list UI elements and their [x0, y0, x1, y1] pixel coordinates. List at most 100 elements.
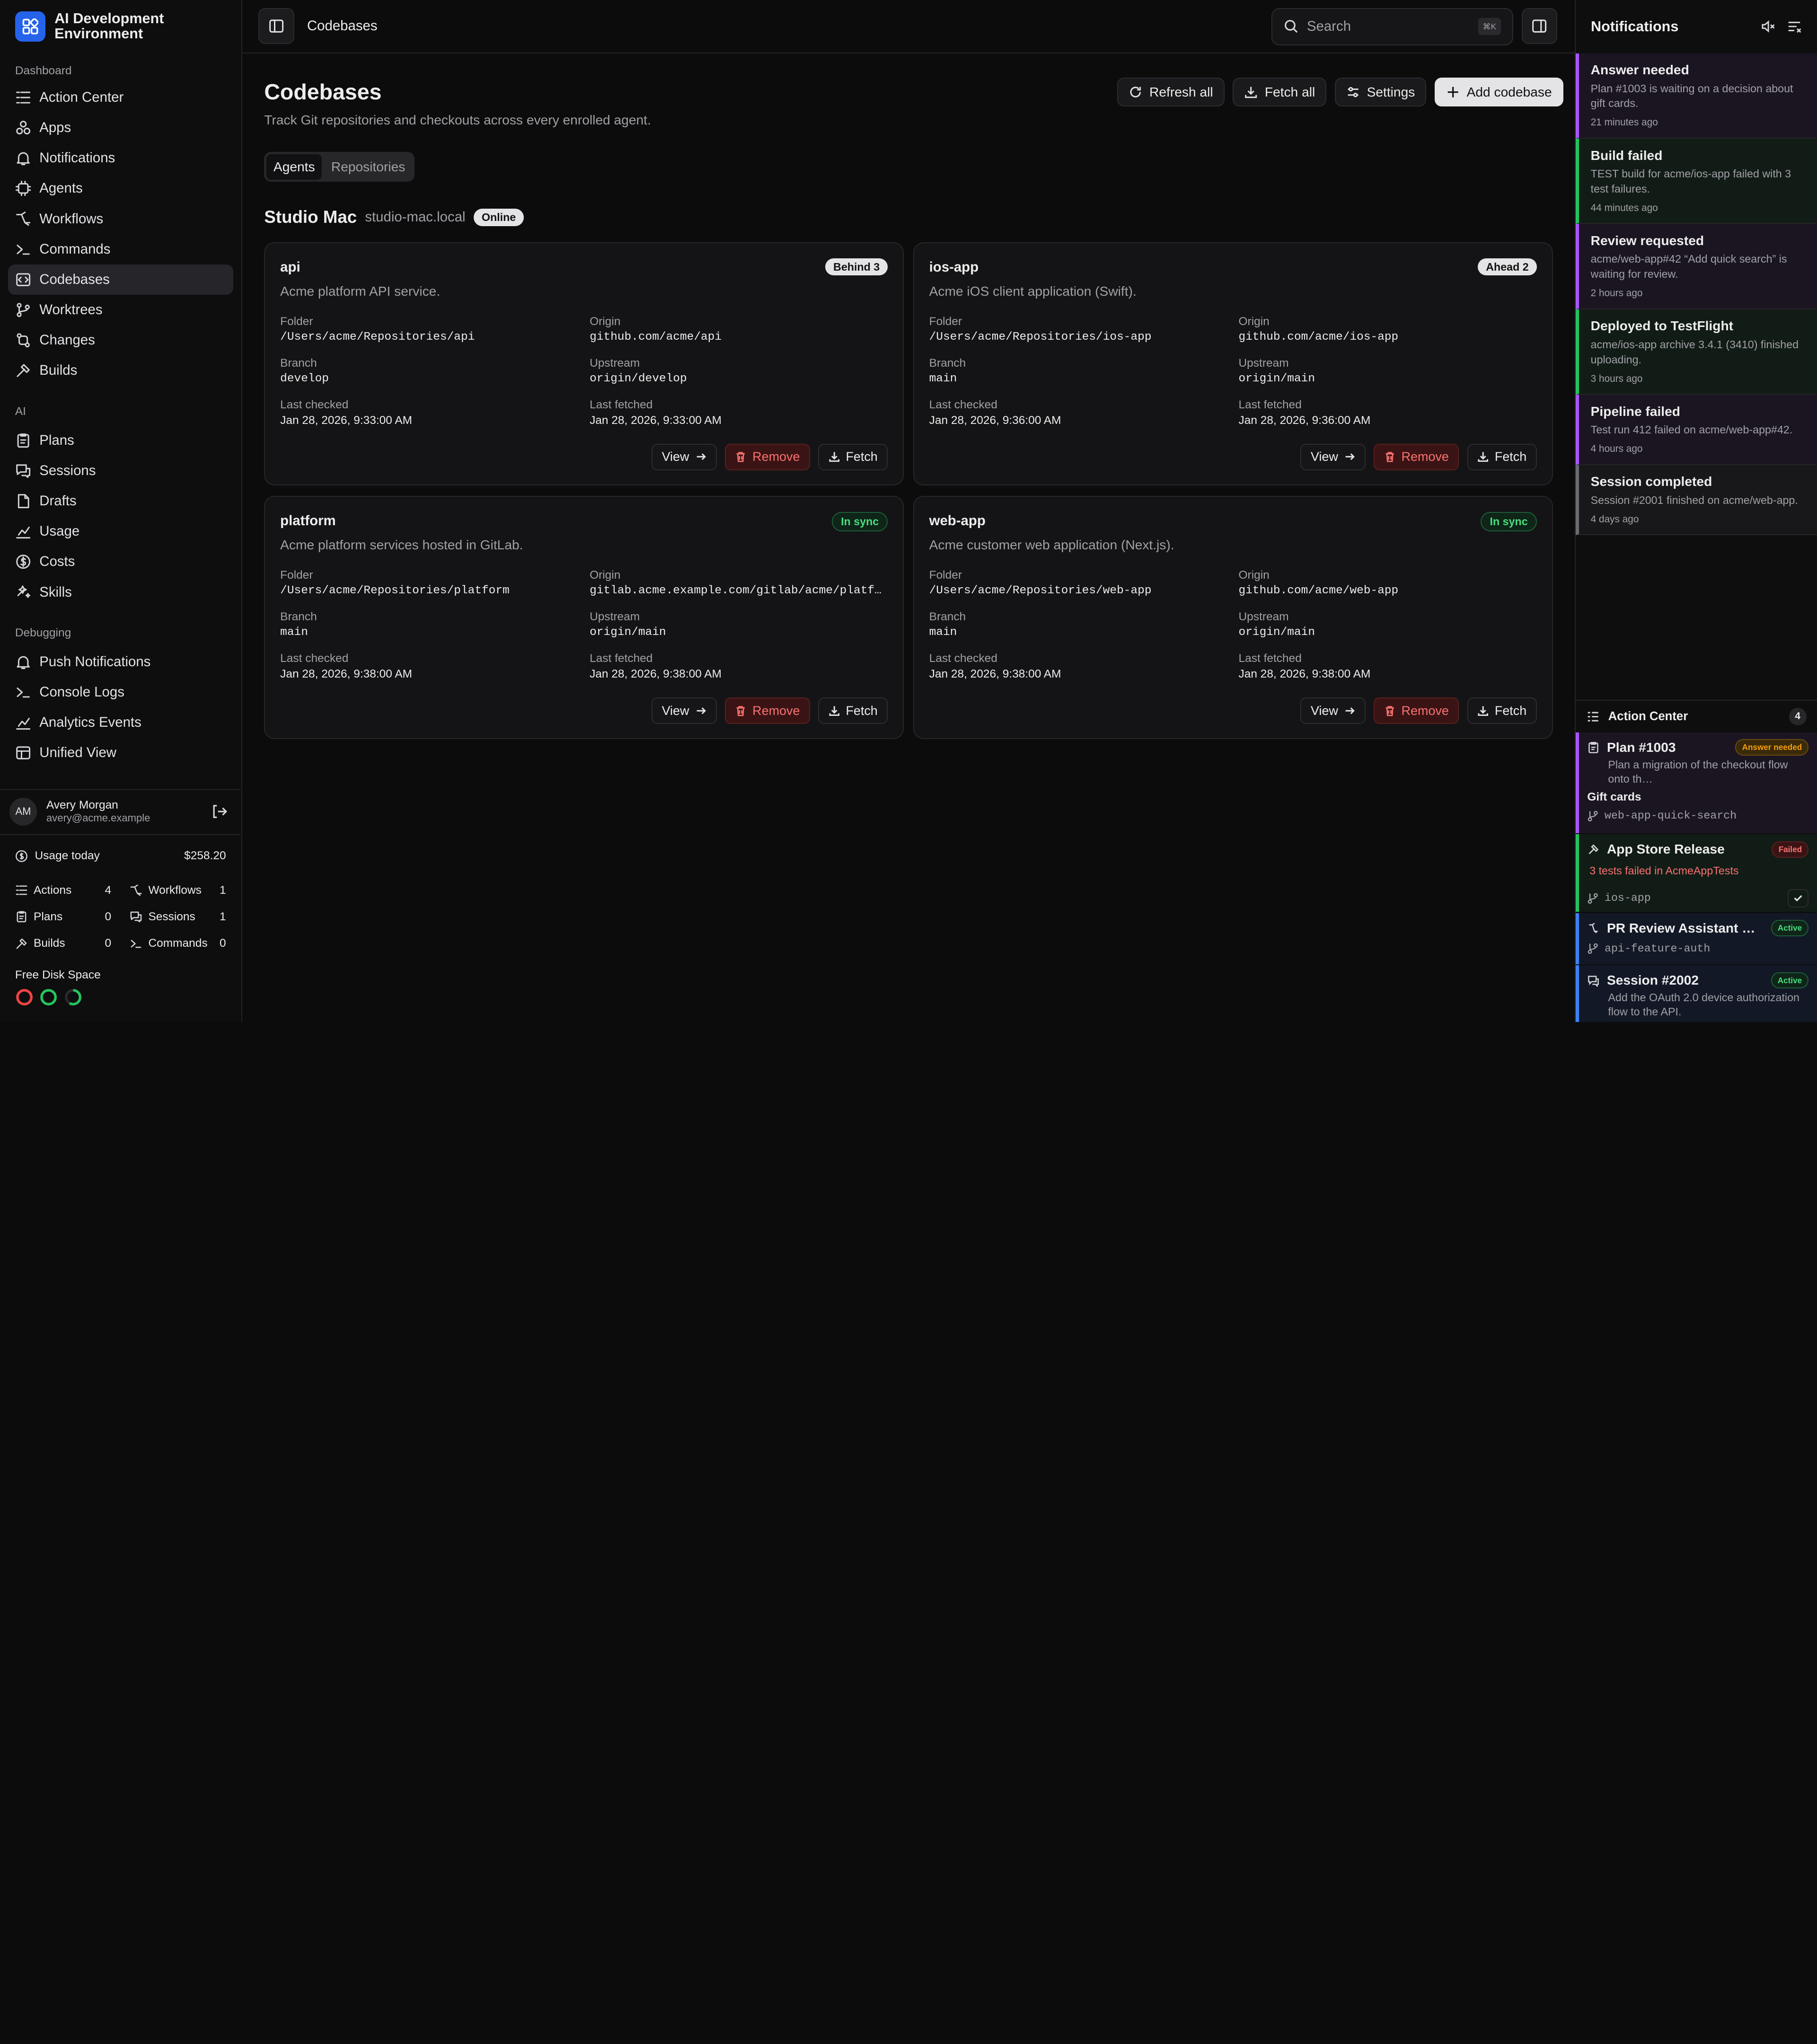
download-icon: [829, 705, 840, 716]
sidebar-item-codebases[interactable]: Codebases: [8, 264, 233, 295]
view-button[interactable]: View: [651, 697, 717, 724]
tab-repositories[interactable]: Repositories: [324, 154, 412, 180]
sidebar-item-plans[interactable]: Plans: [8, 425, 233, 456]
action-description: Add the OAuth 2.0 device authorization f…: [1608, 991, 1799, 1018]
fetch-button[interactable]: Fetch: [1467, 443, 1537, 470]
notification-title: Answer needed: [1590, 62, 1689, 78]
trash-icon: [1384, 705, 1395, 716]
codebase-card[interactable]: api Behind 3 Acme platform API service. Fol…: [264, 242, 904, 486]
fetch-all-button[interactable]: Fetch all: [1232, 78, 1327, 107]
stat-label: Sessions: [148, 910, 195, 923]
sidebar-item-notifications[interactable]: Notifications: [8, 143, 233, 173]
acknowledge-button[interactable]: [1788, 889, 1809, 908]
action-item[interactable]: Session #2002 Active Add the OAuth 2.0 d…: [1576, 965, 1817, 1022]
codebase-name: web-app: [929, 513, 986, 529]
notification-title: Build failed: [1590, 148, 1663, 163]
sidebar-item-label: Usage: [39, 523, 80, 539]
disk-ring-icon[interactable]: [15, 988, 34, 1006]
commands-icon: [130, 937, 142, 950]
agent-status-badge: Online: [473, 208, 524, 226]
sidebar-item-commands[interactable]: Commands: [8, 234, 233, 264]
workflows-icon: [130, 884, 142, 897]
codebase-card[interactable]: web-app In sync Acme customer web applicat…: [913, 496, 1553, 740]
sidebar-item-push-notifications[interactable]: Push Notifications: [8, 647, 233, 677]
codebase-card[interactable]: platform In sync Acme platform services ho…: [264, 496, 904, 740]
view-button[interactable]: View: [651, 443, 717, 470]
notification-item[interactable]: Session completed Session #2001 finished …: [1576, 465, 1817, 536]
toggle-panel-button[interactable]: [1521, 8, 1558, 44]
tab-agents[interactable]: Agents: [266, 154, 322, 180]
field-value: develop: [280, 372, 329, 385]
disk-ring-icon[interactable]: [39, 988, 58, 1006]
agent-name: Studio Mac: [264, 207, 357, 227]
refresh-all-button[interactable]: Refresh all: [1117, 78, 1225, 107]
add-codebase-button[interactable]: Add codebase: [1434, 78, 1563, 107]
sidebar-item-sessions[interactable]: Sessions: [8, 456, 233, 486]
remove-button[interactable]: Remove: [1374, 697, 1459, 724]
sidebar-item-changes[interactable]: Changes: [8, 325, 233, 355]
fetch-button[interactable]: Fetch: [818, 443, 888, 470]
action-branch: ios-app: [1605, 892, 1651, 905]
action-center-icon: [1586, 710, 1600, 723]
settings-button[interactable]: Settings: [1334, 78, 1427, 107]
notification-title: Session completed: [1590, 474, 1712, 489]
sidebar-item-action-center[interactable]: Action Center: [8, 82, 233, 113]
view-button[interactable]: View: [1300, 697, 1366, 724]
sidebar-item-analytics-events[interactable]: Analytics Events: [8, 707, 233, 738]
view-label: View: [1311, 449, 1338, 464]
action-error: 3 tests failed in AcmeAppTests: [1589, 864, 1739, 877]
codebase-card[interactable]: ios-app Ahead 2 Acme iOS client applicatio…: [913, 242, 1553, 486]
notification-item[interactable]: Answer needed Plan #1003 is waiting on a …: [1576, 53, 1817, 139]
mute-icon[interactable]: [1760, 19, 1775, 34]
fetch-button[interactable]: Fetch: [1467, 697, 1537, 724]
remove-button[interactable]: Remove: [724, 697, 810, 724]
stat-builds: Builds 0: [15, 930, 111, 957]
sidebar-item-apps[interactable]: Apps: [8, 113, 233, 143]
download-icon: [1477, 451, 1489, 462]
sidebar-item-workflows[interactable]: Workflows: [8, 203, 233, 234]
breadcrumb[interactable]: Codebases: [307, 18, 378, 34]
fetch-button[interactable]: Fetch: [818, 697, 888, 724]
notification-item[interactable]: Deployed to TestFlight acme/ios-app archi…: [1576, 309, 1817, 395]
sidebar-item-skills[interactable]: Skills: [8, 577, 233, 607]
action-item[interactable]: Plan #1003 Answer needed Plan a migratio…: [1576, 732, 1817, 833]
disk-ring-icon[interactable]: [64, 988, 82, 1006]
field-value: github.com/acme/web-app: [1238, 584, 1399, 597]
clear-all-icon[interactable]: [1787, 19, 1802, 34]
sidebar-item-worktrees[interactable]: Worktrees: [8, 295, 233, 325]
sidebar-item-agents[interactable]: Agents: [8, 173, 233, 203]
toggle-sidebar-button[interactable]: [258, 8, 295, 44]
arrow-right-icon: [1344, 451, 1355, 462]
stat-value: 4: [105, 883, 112, 897]
workflow-icon: [1587, 922, 1600, 934]
notification-item[interactable]: Build failed TEST build for acme/ios-app …: [1576, 139, 1817, 224]
view-button[interactable]: View: [1300, 443, 1366, 470]
action-title: PR Review Assistant #4…: [1606, 920, 1763, 935]
sidebar-item-label: Commands: [39, 241, 111, 257]
branch-icon: [1587, 943, 1598, 954]
sidebar-item-costs[interactable]: Costs: [8, 546, 233, 577]
dollar-icon: [15, 850, 28, 863]
sidebar-item-console-logs[interactable]: Console Logs: [8, 677, 233, 707]
sidebar-item-unified-view[interactable]: Unified View: [8, 738, 233, 768]
sessions-icon: [130, 910, 142, 923]
sidebar-item-builds[interactable]: Builds: [8, 355, 233, 386]
field-upstream: Upstream origin/main: [590, 610, 885, 639]
user-profile[interactable]: AM Avery Morgan avery@acme.example: [0, 789, 241, 833]
notification-item[interactable]: Pipeline failed Test run 412 failed on ac…: [1576, 395, 1817, 465]
remove-button[interactable]: Remove: [724, 443, 810, 470]
notification-item[interactable]: Review requested acme/web-app#42 “Add qui…: [1576, 224, 1817, 309]
notifications-title: Notifications: [1591, 18, 1679, 35]
action-center-header: Action Center 4: [1576, 700, 1817, 732]
stat-label: Plans: [34, 910, 63, 923]
action-item[interactable]: App Store Release Failed 3 tests failed …: [1576, 834, 1817, 912]
sidebar-item-label: Action Center: [39, 89, 124, 105]
field-last-checked: Last checked Jan 28, 2026, 9:36:00 AM: [929, 398, 1225, 427]
remove-button[interactable]: Remove: [1374, 443, 1459, 470]
action-item[interactable]: PR Review Assistant #4… Active api-featu…: [1576, 913, 1817, 964]
sidebar-item-drafts[interactable]: Drafts: [8, 486, 233, 516]
search-input[interactable]: Search ⌘K: [1271, 8, 1514, 45]
sidebar-item-usage[interactable]: Usage: [8, 516, 233, 546]
sidebar-item-label: Changes: [39, 332, 95, 348]
logout-icon[interactable]: [211, 803, 227, 819]
